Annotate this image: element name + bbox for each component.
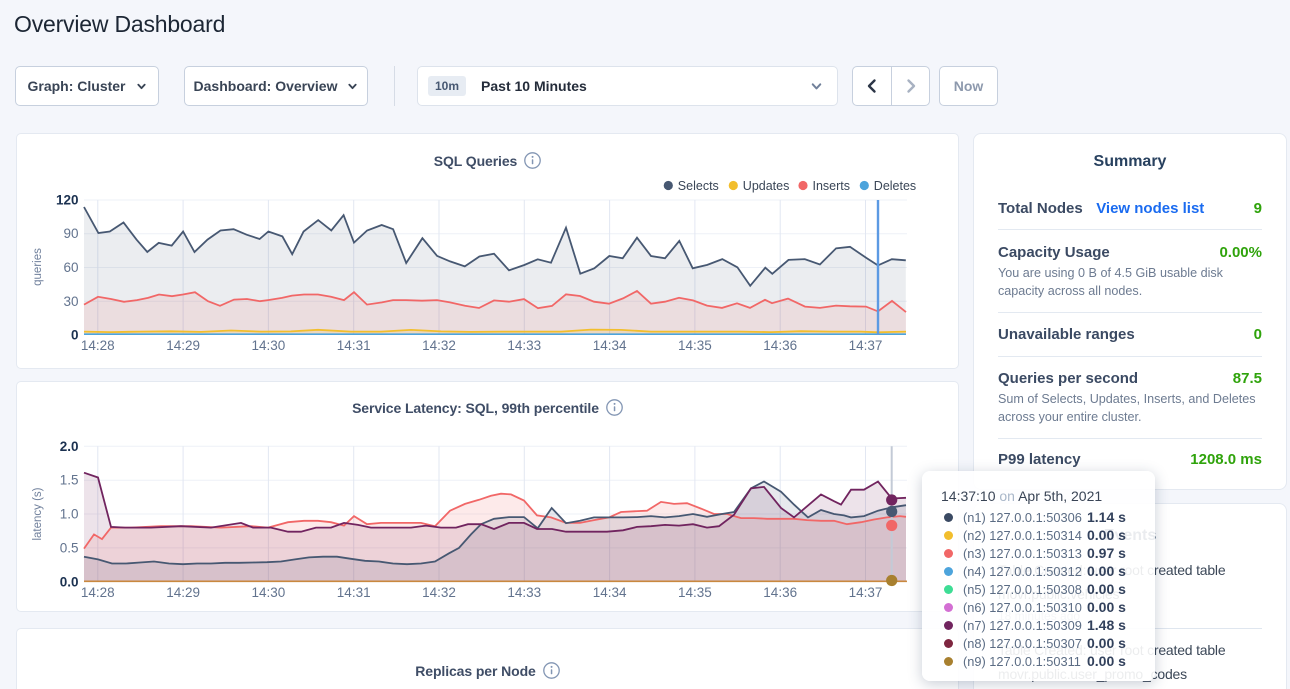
svg-text:14:33: 14:33 — [507, 338, 541, 353]
svg-text:14:28: 14:28 — [81, 338, 115, 353]
svg-text:1.5: 1.5 — [60, 473, 79, 488]
svg-text:14:32: 14:32 — [422, 585, 456, 600]
svg-text:14:29: 14:29 — [166, 585, 200, 600]
svg-text:14:36: 14:36 — [763, 338, 797, 353]
svg-text:queries: queries — [32, 248, 44, 286]
svg-text:14:34: 14:34 — [593, 585, 627, 600]
svg-text:0.5: 0.5 — [60, 540, 79, 555]
svg-text:14:36: 14:36 — [763, 585, 797, 600]
svg-text:Deletes: Deletes — [874, 179, 916, 193]
svg-text:14:30: 14:30 — [252, 338, 286, 353]
svg-text:120: 120 — [56, 193, 79, 208]
svg-text:14:29: 14:29 — [166, 338, 200, 353]
svg-text:1.0: 1.0 — [60, 507, 79, 522]
svg-text:14:31: 14:31 — [337, 338, 371, 353]
svg-text:14:31: 14:31 — [337, 585, 371, 600]
svg-text:Updates: Updates — [743, 179, 790, 193]
svg-text:14:37: 14:37 — [849, 585, 883, 600]
svg-text:Selects: Selects — [678, 179, 719, 193]
svg-text:90: 90 — [63, 226, 78, 241]
svg-text:14:28: 14:28 — [81, 585, 115, 600]
svg-text:14:35: 14:35 — [678, 338, 712, 353]
svg-text:30: 30 — [63, 294, 78, 309]
svg-text:14:32: 14:32 — [422, 338, 456, 353]
svg-text:14:35: 14:35 — [678, 585, 712, 600]
svg-text:0.0: 0.0 — [60, 574, 79, 589]
svg-text:14:37: 14:37 — [849, 338, 883, 353]
svg-text:14:33: 14:33 — [507, 585, 541, 600]
svg-text:0: 0 — [71, 328, 79, 343]
svg-text:14:34: 14:34 — [593, 338, 627, 353]
svg-text:Inserts: Inserts — [813, 179, 851, 193]
svg-text:14:30: 14:30 — [252, 585, 286, 600]
svg-text:60: 60 — [63, 260, 78, 275]
svg-text:2.0: 2.0 — [60, 439, 79, 454]
svg-text:latency (s): latency (s) — [32, 487, 44, 540]
